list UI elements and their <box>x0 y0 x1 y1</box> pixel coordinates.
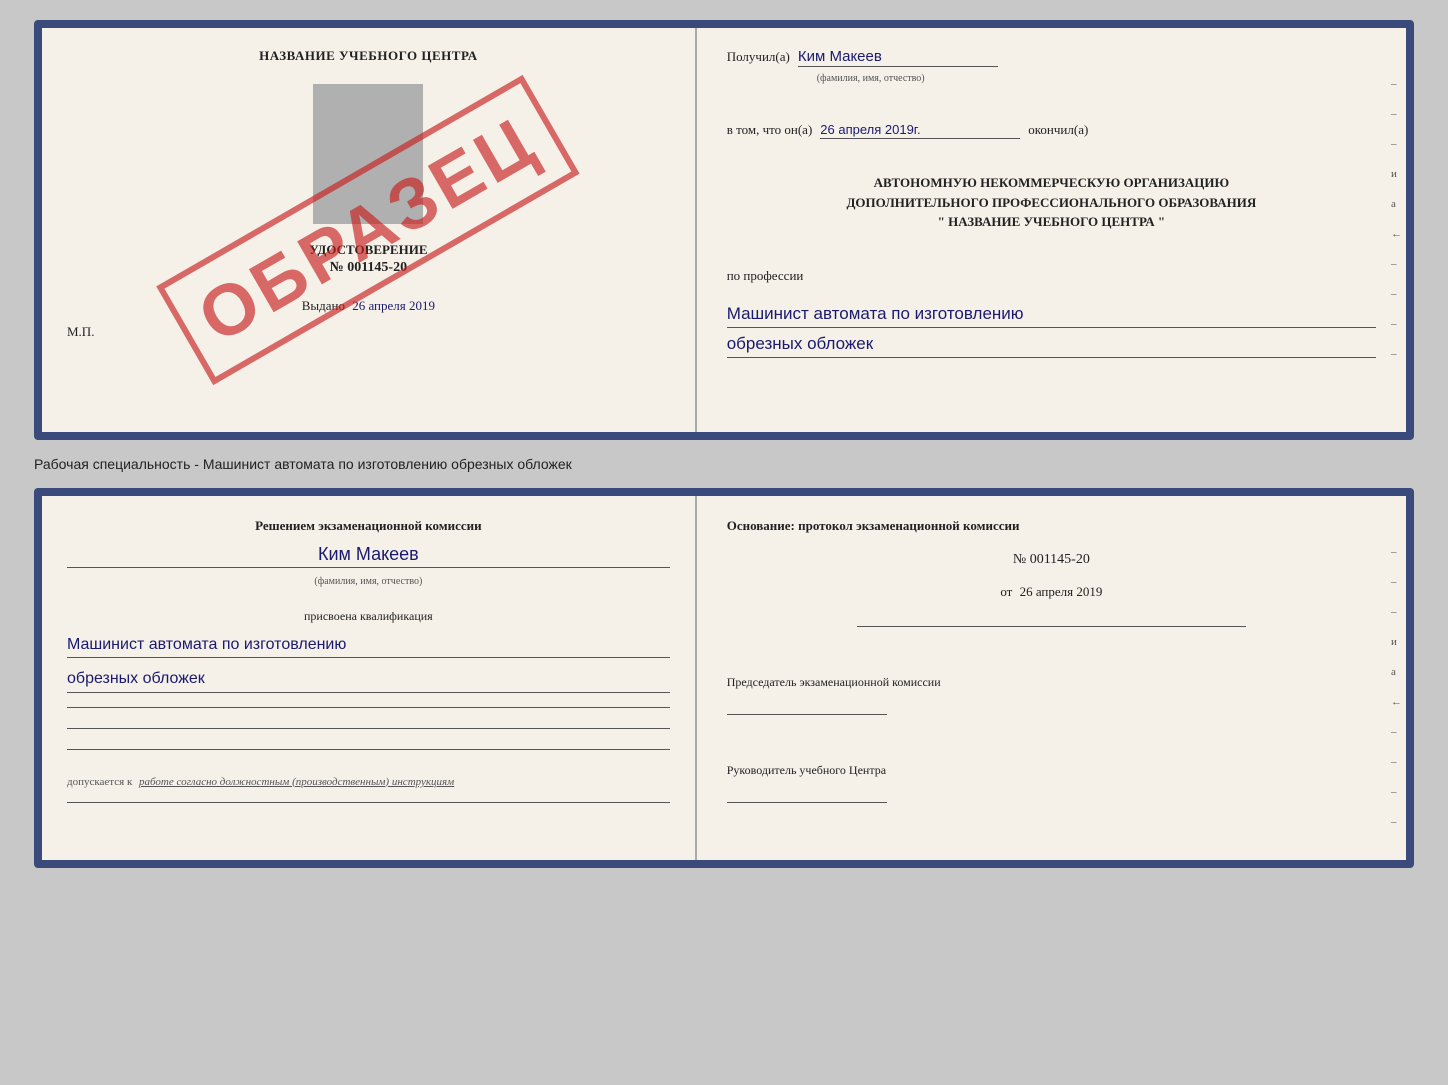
side-marks-bottom: – – – и а ← – – – – <box>1391 546 1406 828</box>
completion-row: в том, что он(а) 26 апреля 2019г. окончи… <box>727 122 1376 139</box>
in-that-label: в том, что он(а) <box>727 122 813 138</box>
protocol-date-value: 26 апреля 2019 <box>1020 584 1103 599</box>
profession-line2: обрезных обложек <box>727 330 1376 358</box>
date-prefix: от <box>1000 584 1012 599</box>
document-wrapper: НАЗВАНИЕ УЧЕБНОГО ЦЕНТРА ОБРАЗЕЦ УДОСТОВ… <box>34 20 1414 868</box>
fio-label-top: (фамилия, имя, отчество) <box>817 73 1376 84</box>
blank-line-2 <box>67 728 670 729</box>
blank-line-1 <box>67 707 670 708</box>
blank-line-3 <box>67 749 670 750</box>
bottom-certificate: Решением экзаменационной комиссии Ким Ма… <box>34 488 1414 868</box>
qualification-line2: обрезных обложек <box>67 666 670 693</box>
recipient-name: Ким Макеев <box>798 48 998 67</box>
cert-right-panel: Получил(а) Ким Макеев (фамилия, имя, отч… <box>697 28 1406 432</box>
profession-text: Машинист автомата по изготовлению обрезн… <box>727 298 1376 358</box>
chairman-row: Председатель экзаменационной комиссии <box>727 673 1376 715</box>
org-line1: АВТОНОМНУЮ НЕКОММЕРЧЕСКУЮ ОРГАНИЗАЦИЮ <box>727 173 1376 193</box>
osnov-text: Основание: протокол экзаменационной коми… <box>727 516 1376 536</box>
vydano-row: Выдано 26 апреля 2019 <box>302 298 435 314</box>
blank-line-4 <box>67 802 670 803</box>
completion-date: 26 апреля 2019г. <box>820 122 1020 139</box>
bottom-right-panel: Основание: протокол экзаменационной коми… <box>697 496 1406 860</box>
date-underline <box>857 626 1247 627</box>
qualification-label: присвоена квалификация <box>67 609 670 624</box>
head-label: Руководитель учебного Центра <box>727 761 1376 779</box>
допускается-text: работе согласно должностным (производств… <box>139 776 454 788</box>
cert-number: № 001145-20 <box>330 260 407 276</box>
head-signature-line <box>727 783 887 803</box>
protocol-date: от 26 апреля 2019 <box>727 584 1376 600</box>
bottom-left-panel: Решением экзаменационной комиссии Ким Ма… <box>42 496 697 860</box>
udostoverenie-label: УДОСТОВЕРЕНИЕ <box>309 242 427 258</box>
vydano-label: Выдано <box>302 298 345 313</box>
top-certificate: НАЗВАНИЕ УЧЕБНОГО ЦЕНТРА ОБРАЗЕЦ УДОСТОВ… <box>34 20 1414 440</box>
org-block: АВТОНОМНУЮ НЕКОММЕРЧЕСКУЮ ОРГАНИЗАЦИЮ ДО… <box>727 173 1376 232</box>
chairman-signature-line <box>727 695 887 715</box>
bottom-name: Ким Макеев <box>67 544 670 568</box>
org-name: " НАЗВАНИЕ УЧЕБНОГО ЦЕНТРА " <box>727 212 1376 232</box>
cert-left-panel: НАЗВАНИЕ УЧЕБНОГО ЦЕНТРА ОБРАЗЕЦ УДОСТОВ… <box>42 28 697 432</box>
org-line2: ДОПОЛНИТЕЛЬНОГО ПРОФЕССИОНАЛЬНОГО ОБРАЗО… <box>727 193 1376 213</box>
specialty-subtitle: Рабочая специальность - Машинист автомат… <box>34 450 1414 478</box>
protocol-number: № 001145-20 <box>727 552 1376 568</box>
side-marks-top: – – – и а ← – – – – <box>1391 78 1406 360</box>
qual-line1-text: Машинист автомата по изготовлению <box>67 636 346 653</box>
допускается-block: допускается к работе согласно должностны… <box>67 776 670 788</box>
received-row: Получил(а) Ким Макеев <box>727 48 1376 67</box>
school-name-top: НАЗВАНИЕ УЧЕБНОГО ЦЕНТРА <box>259 48 478 64</box>
mp-label: М.П. <box>67 324 94 340</box>
vydano-date: 26 апреля 2019 <box>352 298 435 313</box>
bottom-fio-label: (фамилия, имя, отчество) <box>67 576 670 587</box>
chairman-label: Председатель экзаменационной комиссии <box>727 673 1376 691</box>
qual-line2-text: обрезных обложек <box>67 670 205 687</box>
photo-placeholder <box>313 84 423 224</box>
profession-label: по профессии <box>727 268 1376 284</box>
decision-text: Решением экзаменационной комиссии <box>67 516 670 536</box>
допускается-prefix: допускается к <box>67 776 132 788</box>
profession-line1: Машинист автомата по изготовлению <box>727 300 1376 328</box>
qualification-line1: Машинист автомата по изготовлению <box>67 632 670 659</box>
head-row: Руководитель учебного Центра <box>727 761 1376 803</box>
finished-label: окончил(а) <box>1028 122 1088 138</box>
received-label: Получил(а) <box>727 49 790 65</box>
